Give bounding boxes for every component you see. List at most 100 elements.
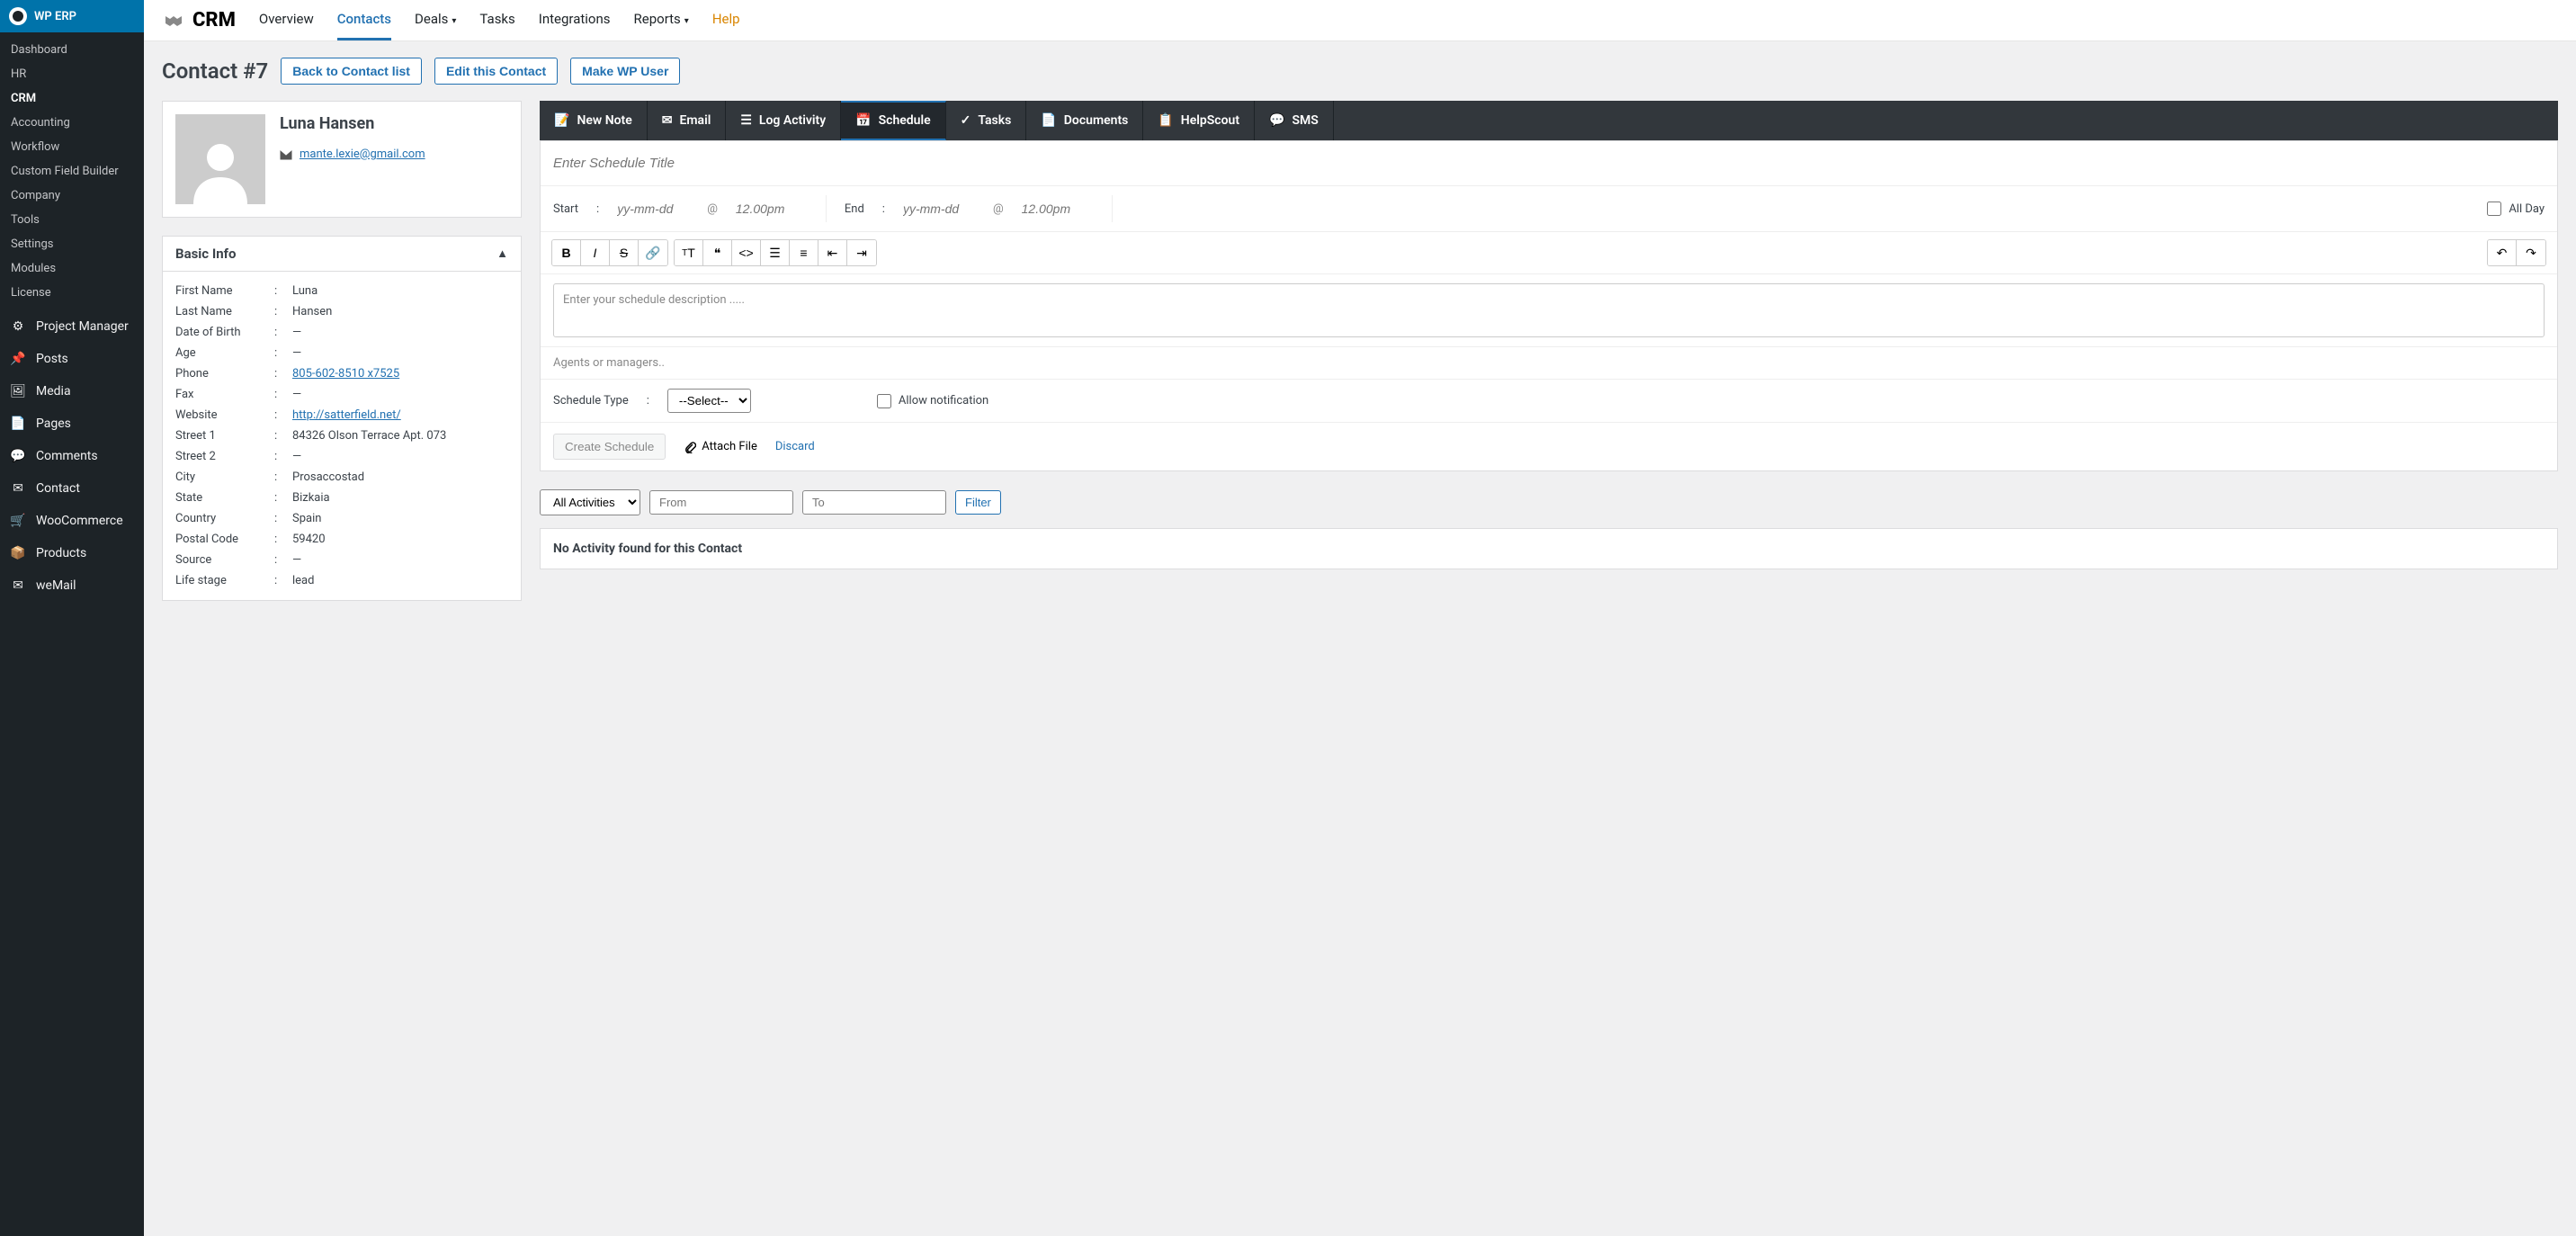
topnav-tab[interactable]: Help	[712, 0, 740, 40]
schedule-type-select[interactable]: --Select--	[667, 389, 751, 413]
discard-button[interactable]: Discard	[775, 440, 815, 453]
info-value: —	[292, 388, 301, 401]
collapse-icon[interactable]: ▲	[496, 246, 508, 261]
sidebar-main-item[interactable]: 📦Products	[0, 537, 144, 569]
info-label: Fax	[175, 388, 274, 401]
sidebar-sub-item[interactable]: HR	[0, 62, 144, 86]
code-button[interactable]: <>	[732, 240, 761, 265]
end-time-input[interactable]	[1022, 202, 1094, 216]
undo-button[interactable]: ↶	[2488, 240, 2517, 265]
info-row: Street 1:84326 Olson Terrace Apt. 073	[175, 425, 508, 446]
sidebar-sub-item[interactable]: CRM	[0, 86, 144, 111]
sidebar-sub-item[interactable]: Dashboard	[0, 38, 144, 62]
allow-notification-toggle[interactable]: Allow notification	[877, 394, 988, 408]
activity-tab[interactable]: 📝New Note	[540, 101, 648, 140]
sidebar-main-item[interactable]: 🛒WooCommerce	[0, 505, 144, 537]
indent-button[interactable]: ⇥	[847, 240, 876, 265]
attach-file-button[interactable]: Attach File	[684, 440, 757, 453]
sidebar-sub-item[interactable]: Company	[0, 184, 144, 208]
info-value: 84326 Olson Terrace Apt. 073	[292, 429, 446, 443]
link-button[interactable]: 🔗	[639, 240, 667, 265]
agents-input[interactable]: Agents or managers..	[541, 346, 2557, 379]
info-row: Country:Spain	[175, 508, 508, 529]
allow-notification-checkbox[interactable]	[877, 394, 891, 408]
sidebar-main-item[interactable]: ✉Contact	[0, 472, 144, 505]
edit-contact-button[interactable]: Edit this Contact	[434, 58, 558, 85]
end-date-input[interactable]	[903, 202, 975, 216]
menu-icon: ✉	[9, 577, 27, 595]
sidebar-main-item[interactable]: 📄Pages	[0, 408, 144, 440]
sidebar-sub-item[interactable]: Workflow	[0, 135, 144, 159]
sidebar-sub-item[interactable]: Modules	[0, 256, 144, 281]
strike-button[interactable]: S	[610, 240, 639, 265]
sidebar-sub-item[interactable]: Accounting	[0, 111, 144, 135]
basic-info-title: Basic Info	[175, 246, 236, 262]
start-time-input[interactable]	[736, 202, 808, 216]
sidebar-sub-item[interactable]: Settings	[0, 232, 144, 256]
sidebar-main-menu: ⚙Project Manager📌Posts🖼Media📄Pages💬Comme…	[0, 310, 144, 602]
menu-label: Products	[36, 546, 86, 560]
topnav-tab[interactable]: Tasks	[479, 0, 514, 40]
filter-to-input[interactable]	[802, 490, 946, 515]
sidebar-sub-item[interactable]: Tools	[0, 208, 144, 232]
activity-tab[interactable]: 💬SMS	[1255, 101, 1334, 140]
schedule-title-input[interactable]	[553, 150, 2545, 176]
schedule-description-input[interactable]: Enter your schedule description .....	[553, 283, 2545, 337]
filter-button[interactable]: Filter	[955, 490, 1001, 515]
info-value: lead	[292, 574, 314, 587]
activity-tab[interactable]: ✓Tasks	[946, 101, 1027, 140]
brand-name: WP ERP	[34, 10, 76, 23]
info-value: —	[292, 326, 301, 339]
heading-button[interactable]: TT	[675, 240, 703, 265]
info-value: —	[292, 450, 301, 463]
page-header: Contact #7 Back to Contact list Edit thi…	[144, 41, 2576, 101]
italic-button[interactable]: I	[581, 240, 610, 265]
topnav-tab[interactable]: Reports▾	[634, 0, 689, 40]
sidebar-main-item[interactable]: 💬Comments	[0, 440, 144, 472]
quote-button[interactable]: ❝	[703, 240, 732, 265]
info-label: First Name	[175, 284, 274, 298]
activity-tab[interactable]: 📋HelpScout	[1143, 101, 1255, 140]
sidebar-main-item[interactable]: 📌Posts	[0, 343, 144, 375]
module-brand[interactable]: CRM	[162, 9, 236, 31]
make-wp-user-button[interactable]: Make WP User	[570, 58, 680, 85]
bullet-list-button[interactable]: ☰	[761, 240, 790, 265]
outdent-button[interactable]: ⇤	[818, 240, 847, 265]
tab-icon: 📝	[554, 113, 569, 128]
bold-button[interactable]: B	[552, 240, 581, 265]
sidebar-main-item[interactable]: ⚙Project Manager	[0, 310, 144, 343]
create-schedule-button[interactable]: Create Schedule	[553, 434, 666, 460]
activity-filter-select[interactable]: All Activities	[540, 489, 640, 515]
number-list-button[interactable]: ≡	[790, 240, 818, 265]
topnav-tab[interactable]: Contacts	[337, 0, 391, 40]
info-link[interactable]: http://satterfield.net/	[292, 408, 401, 422]
sidebar-sub-item[interactable]: Custom Field Builder	[0, 159, 144, 184]
info-label: Country	[175, 512, 274, 525]
start-date-input[interactable]	[617, 202, 689, 216]
tab-icon: ✉	[662, 113, 673, 128]
sidebar-sub-item[interactable]: License	[0, 281, 144, 305]
sidebar-main-item[interactable]: 🖼Media	[0, 375, 144, 408]
activity-tab[interactable]: ✉Email	[648, 101, 727, 140]
info-row: Website:http://satterfield.net/	[175, 405, 508, 425]
contact-email-link[interactable]: mante.lexie@gmail.com	[300, 148, 425, 161]
sidebar-main-item[interactable]: ✉weMail	[0, 569, 144, 602]
activity-tab[interactable]: 📅Schedule	[841, 101, 946, 140]
sidebar-brand[interactable]: WP ERP	[0, 0, 144, 32]
info-value: 805-602-8510 x7525	[292, 367, 399, 381]
activity-tab[interactable]: 📄Documents	[1026, 101, 1143, 140]
info-value: Spain	[292, 512, 321, 525]
activity-tab[interactable]: ☰Log Activity	[726, 101, 841, 140]
info-link[interactable]: 805-602-8510 x7525	[292, 367, 399, 381]
topnav-tab[interactable]: Integrations	[539, 0, 611, 40]
all-day-checkbox[interactable]	[2487, 202, 2501, 216]
topnav-tab[interactable]: Deals▾	[415, 0, 456, 40]
filter-from-input[interactable]	[649, 490, 793, 515]
back-to-list-button[interactable]: Back to Contact list	[281, 58, 422, 85]
all-day-toggle[interactable]: All Day	[2487, 202, 2545, 216]
tab-icon: 📄	[1041, 113, 1056, 128]
topnav-tab[interactable]: Overview	[259, 0, 314, 40]
paperclip-icon	[684, 441, 696, 453]
redo-button[interactable]: ↷	[2517, 240, 2545, 265]
info-row: Source:—	[175, 550, 508, 570]
